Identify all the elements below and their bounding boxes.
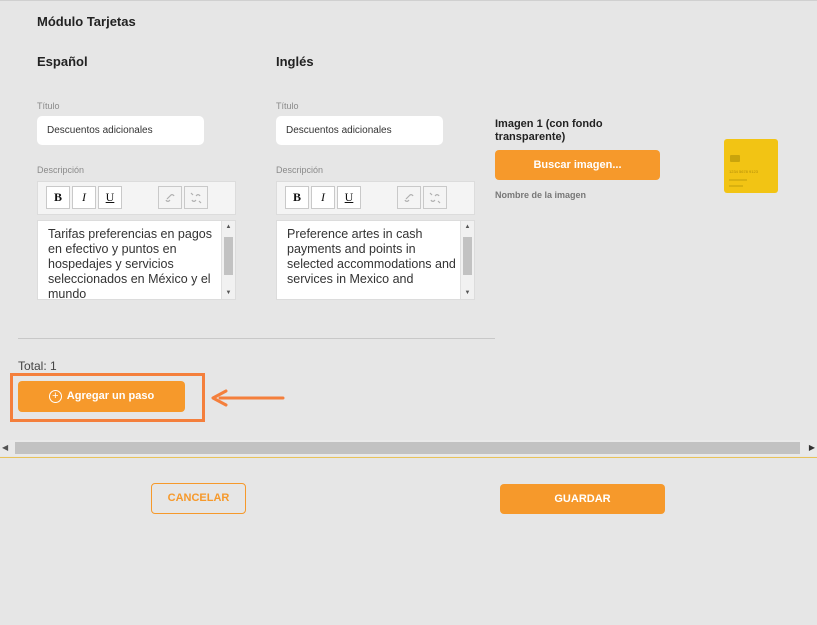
save-button[interactable]: GUARDAR — [500, 484, 665, 514]
scroll-right-icon[interactable]: ▶ — [809, 443, 815, 452]
english-editor-scrollbar[interactable]: ▲ ▼ — [460, 221, 474, 299]
english-description-text: Preference artes in cash payments and po… — [287, 227, 456, 286]
spanish-description-text: Tarifas preferencias en pagos en efectiv… — [48, 227, 212, 300]
unlink-button[interactable] — [184, 186, 208, 209]
card-line — [729, 179, 747, 181]
card-image-preview: 1234 5678 9123 — [724, 139, 778, 193]
scroll-left-icon[interactable]: ◀ — [2, 443, 8, 452]
horizontal-scrollbar[interactable]: ◀ ▶ — [0, 440, 817, 456]
underline-button[interactable]: U — [98, 186, 122, 209]
link-button[interactable] — [158, 186, 182, 209]
horizontal-scroll-thumb[interactable] — [15, 442, 800, 454]
section-divider — [18, 338, 495, 339]
browse-image-button[interactable]: Buscar imagen... — [495, 150, 660, 180]
english-heading: Inglés — [276, 54, 314, 69]
image-name-label: Nombre de la imagen — [495, 190, 587, 200]
scroll-thumb[interactable] — [224, 237, 233, 275]
spanish-title-label: Título — [37, 101, 60, 111]
scroll-down-icon[interactable]: ▼ — [222, 288, 235, 298]
bold-button[interactable]: B — [285, 186, 309, 209]
scroll-up-icon[interactable]: ▲ — [222, 222, 235, 232]
plus-circle-icon: + — [48, 389, 62, 403]
english-title-label: Título — [276, 101, 299, 111]
bold-button[interactable]: B — [46, 186, 70, 209]
scroll-thumb[interactable] — [463, 237, 472, 275]
steps-total: Total: 1 — [18, 359, 57, 373]
english-title-input[interactable] — [276, 116, 443, 145]
spanish-editor-scrollbar[interactable]: ▲ ▼ — [221, 221, 235, 299]
underline-button[interactable]: U — [337, 186, 361, 209]
spanish-description-label: Descripción — [37, 165, 85, 175]
top-border — [0, 0, 817, 1]
spanish-heading: Español — [37, 54, 88, 69]
spanish-description-editor[interactable]: Tarifas preferencias en pagos en efectiv… — [37, 220, 236, 300]
add-step-button[interactable]: + Agregar un paso — [18, 381, 185, 412]
spanish-editor-toolbar: B I U — [37, 181, 236, 215]
link-icon — [165, 194, 175, 202]
card-number: 1234 5678 9123 — [729, 169, 758, 174]
annotation-arrow-icon — [211, 389, 285, 407]
cancel-button[interactable]: CANCELAR — [151, 483, 246, 514]
image-label: Imagen 1 (con fondo transparente) — [495, 118, 603, 143]
card-chip-icon — [730, 155, 740, 162]
english-description-label: Descripción — [276, 165, 324, 175]
unlink-icon — [429, 192, 441, 204]
scroll-down-icon[interactable]: ▼ — [461, 288, 474, 298]
unlink-icon — [190, 192, 202, 204]
english-description-editor[interactable]: Preference artes in cash payments and po… — [276, 220, 475, 300]
footer-divider — [0, 457, 817, 458]
page-title: Módulo Tarjetas — [37, 14, 136, 29]
italic-button[interactable]: I — [311, 186, 335, 209]
add-step-label: Agregar un paso — [66, 390, 155, 402]
card-line — [729, 185, 743, 187]
unlink-button[interactable] — [423, 186, 447, 209]
italic-button[interactable]: I — [72, 186, 96, 209]
english-editor-toolbar: B I U — [276, 181, 475, 215]
scroll-up-icon[interactable]: ▲ — [461, 222, 474, 232]
link-button[interactable] — [397, 186, 421, 209]
link-icon — [404, 194, 414, 202]
spanish-title-input[interactable] — [37, 116, 204, 145]
